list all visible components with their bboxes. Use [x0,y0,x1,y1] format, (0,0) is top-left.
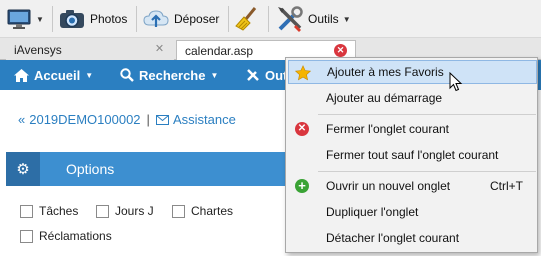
chevron-down-icon: ▼ [210,70,219,80]
checkbox-box[interactable] [96,204,109,218]
checkbox-box[interactable] [172,204,185,218]
nav-accueil-label: Accueil [34,67,81,83]
monitor-icon [7,9,31,29]
close-icon[interactable]: ✕ [334,44,347,57]
menu-item-new-tab[interactable]: + Ouvrir un nouvel onglet Ctrl+T [288,174,537,198]
tools-icon [278,6,303,32]
nav-accueil[interactable]: Accueil ▼ [14,60,93,90]
tab-label: iAvensys [14,43,62,57]
cloud-upload-icon [143,10,169,27]
checkbox-label: Tâches [39,204,79,218]
nav-recherche[interactable]: Recherche ▼ [120,60,218,90]
menu-item-close-others[interactable]: Fermer tout sauf l'onglet courant [288,143,537,167]
close-icon[interactable]: ✕ [153,43,166,56]
breadcrumb-separator: | [146,112,150,127]
checkbox-jours-j[interactable]: Jours J [96,204,154,218]
plus-circle-icon: + [294,178,310,194]
menu-item-label: Dupliquer l'onglet [326,205,419,219]
star-icon [295,65,311,81]
chevron-down-icon: ▼ [85,70,94,80]
checkbox-taches[interactable]: Tâches [20,204,78,218]
nav-recherche-label: Recherche [139,67,206,83]
deposer-button[interactable]: Déposer [142,4,219,34]
menu-item-label: Ouvrir un nouvel onglet [326,179,451,193]
envelope-icon [155,114,169,125]
checkbox-box[interactable] [20,229,33,243]
home-icon [14,68,29,82]
chevron-down-icon: ▼ [36,14,44,24]
menu-item-add-favorites[interactable]: Ajouter à mes Favoris [288,60,537,84]
screen-menu-button[interactable]: ▼ [6,4,44,34]
close-circle-icon: ✕ [294,121,310,137]
menu-item-add-startup[interactable]: Ajouter au démarrage [288,86,537,110]
toolbar-separator [52,6,53,32]
gears-icon: ⚙ [6,152,40,186]
search-icon [120,68,134,82]
photos-label: Photos [90,12,128,26]
checkbox-label: Réclamations [39,229,112,243]
menu-item-label: Ajouter au démarrage [326,91,443,105]
back-icon[interactable]: « [18,112,25,127]
toolbar-separator [136,6,137,32]
tab-label: calendar.asp [185,43,254,58]
checkbox-label: Chartes [191,204,234,218]
checkbox-reclamations[interactable]: Réclamations [20,229,112,243]
menu-item-label: Détacher l'onglet courant [326,231,460,245]
menu-item-duplicate-tab[interactable]: Dupliquer l'onglet [288,200,537,224]
chevron-down-icon: ▼ [342,14,351,24]
broom-icon [235,7,257,31]
outils-button[interactable]: Outils ▼ [276,4,351,34]
panel-title: Options [66,161,115,177]
breadcrumb-code-link[interactable]: 2019DEMO100002 [29,112,140,127]
menu-item-label: Fermer l'onglet courant [326,122,450,136]
menu-item-label: Fermer tout sauf l'onglet courant [326,148,499,162]
mouse-cursor-icon [449,72,463,92]
toolbar-separator [228,6,229,32]
tab-iavensys[interactable]: iAvensys ✕ [6,40,174,60]
broom-button[interactable] [234,4,260,34]
menu-item-shortcut: Ctrl+T [490,179,523,193]
camera-icon [60,10,84,28]
toolbar-separator [268,6,269,32]
photos-button[interactable]: Photos [58,4,127,34]
checkbox-chartes[interactable]: Chartes [172,204,233,218]
menu-separator [318,114,536,115]
options-panel-header[interactable]: ⚙ Options [6,152,306,186]
breadcrumb: « 2019DEMO100002 | Assistance [18,112,236,127]
menu-separator [318,171,536,172]
menu-item-label: Ajouter à mes Favoris [327,65,444,79]
checkbox-box[interactable] [20,204,33,218]
assistance-link[interactable]: Assistance [173,112,236,127]
menu-item-close-tab[interactable]: ✕ Fermer l'onglet courant [288,117,537,141]
tools-icon [247,69,259,81]
deposer-label: Déposer [174,12,220,26]
checkbox-label: Jours J [115,204,154,218]
nav-outils[interactable]: Out [246,60,287,90]
menu-item-detach-tab[interactable]: Détacher l'onglet courant [288,226,537,250]
toolbar: ▼ Photos Déposer Outils ▼ [0,0,541,38]
outils-label: Outils [308,12,339,26]
tab-context-menu: Ajouter à mes Favoris Ajouter au démarra… [285,57,538,253]
